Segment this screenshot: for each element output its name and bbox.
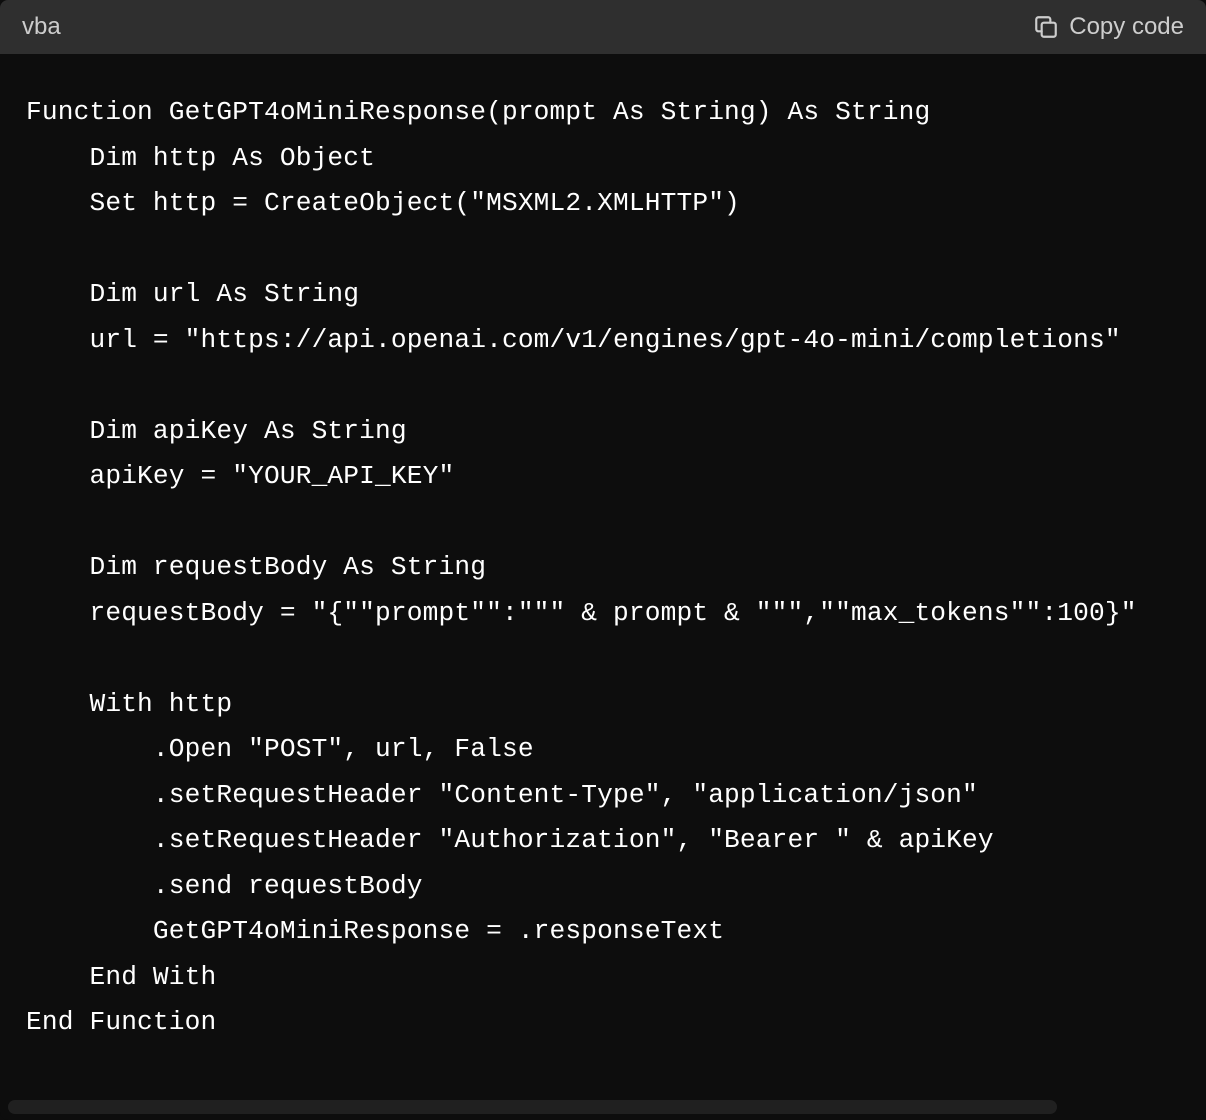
code-content: Function GetGPT4oMiniResponse(prompt As … — [0, 90, 1206, 1046]
horizontal-scrollbar-thumb[interactable] — [8, 1100, 1057, 1114]
code-body[interactable]: Function GetGPT4oMiniResponse(prompt As … — [0, 54, 1206, 1120]
copy-label: Copy code — [1069, 13, 1184, 41]
copy-icon — [1033, 14, 1059, 40]
copy-code-button[interactable]: Copy code — [1033, 13, 1184, 41]
language-label: vba — [22, 13, 61, 41]
code-header: vba Copy code — [0, 0, 1206, 54]
code-block: vba Copy code Function GetGPT4oMiniRespo… — [0, 0, 1206, 1120]
